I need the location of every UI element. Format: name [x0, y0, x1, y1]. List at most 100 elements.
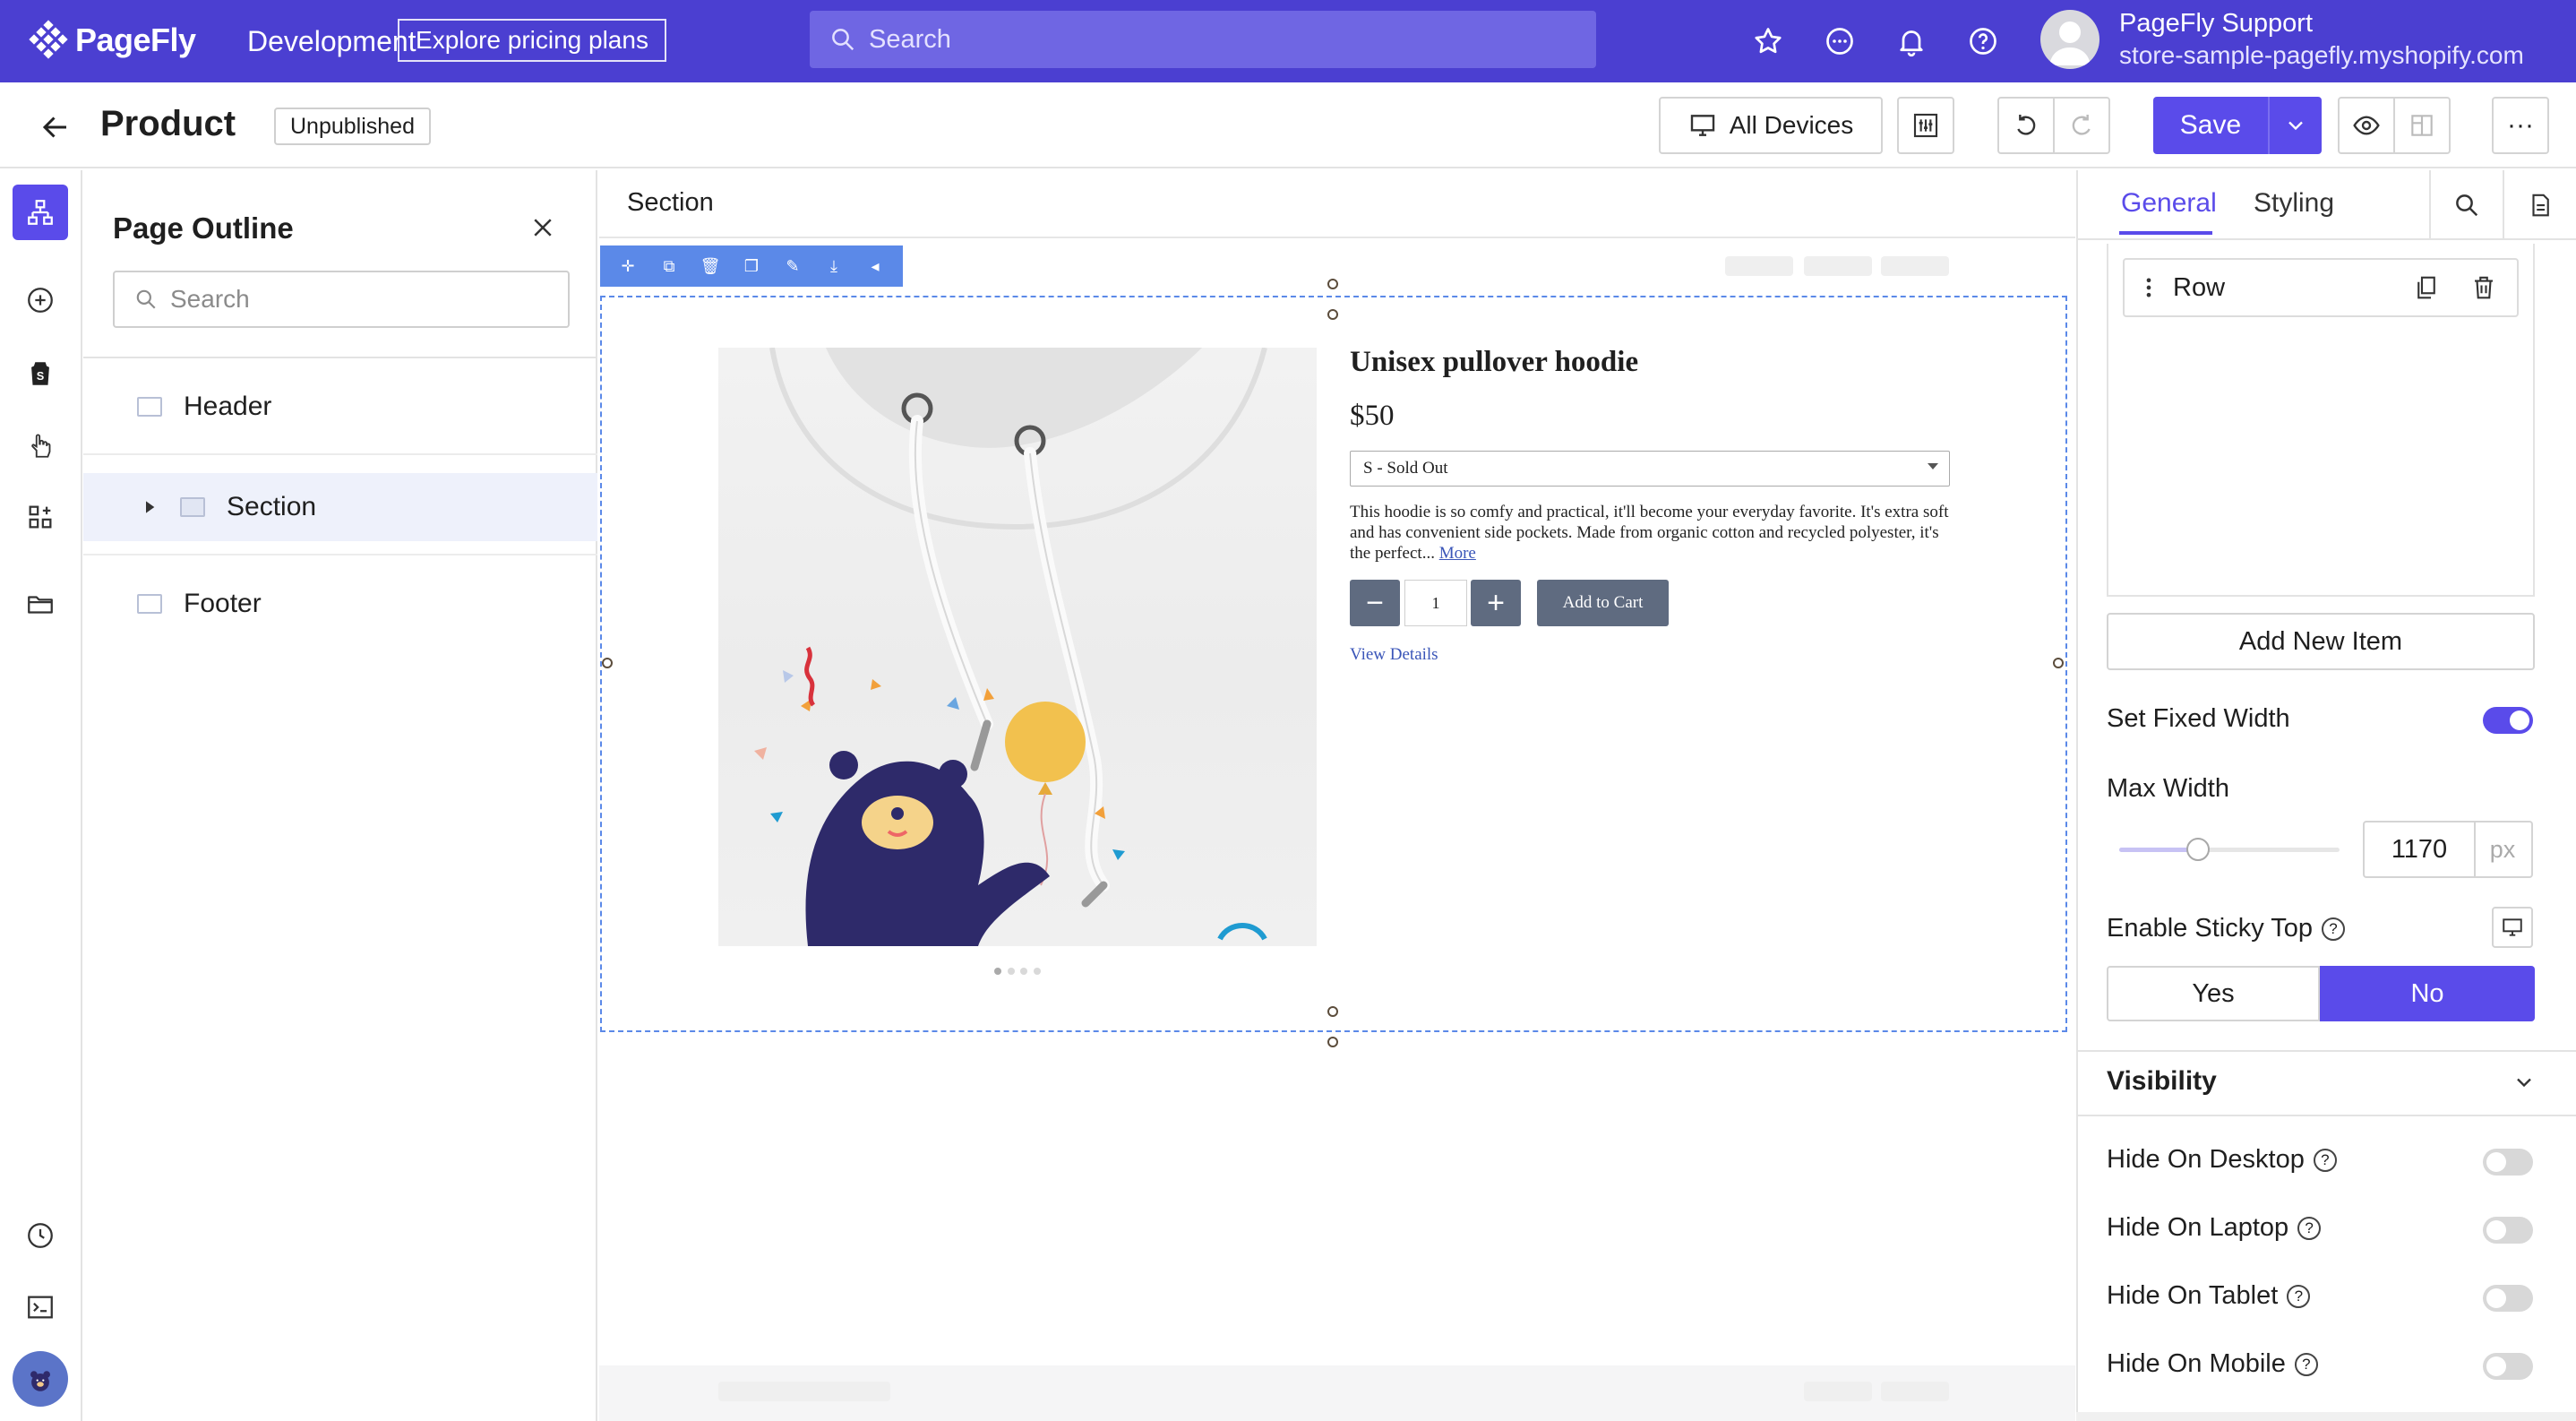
more-options-icon[interactable]: ··· — [2492, 97, 2549, 154]
star-icon[interactable] — [1748, 22, 1788, 61]
mascot-avatar[interactable] — [13, 1351, 68, 1407]
hide-tablet-row: Hide On Tablet? — [2107, 1281, 2311, 1311]
hide-desktop-label: Hide On Desktop — [2107, 1145, 2305, 1174]
help-icon[interactable]: ? — [2294, 1353, 2318, 1377]
hide-desktop-toggle[interactable] — [2483, 1149, 2533, 1176]
global-search-input[interactable]: Search — [810, 11, 1596, 68]
add-to-cart-button[interactable]: Add to Cart — [1537, 580, 1669, 626]
caret-right-icon[interactable] — [142, 500, 157, 514]
user-avatar[interactable] — [2040, 10, 2099, 69]
copy-icon[interactable]: ❐ — [737, 257, 766, 276]
max-width-slider-handle[interactable] — [2186, 838, 2210, 861]
trash-icon[interactable] — [2470, 274, 2497, 301]
hide-laptop-label: Hide On Laptop — [2107, 1213, 2289, 1242]
set-fixed-width-toggle[interactable] — [2483, 707, 2533, 734]
hide-tablet-toggle[interactable] — [2483, 1285, 2533, 1312]
drag-handle-icon[interactable] — [2144, 275, 2153, 300]
outline-item-section[interactable]: Section — [83, 473, 597, 541]
sticky-yes-button[interactable]: Yes — [2107, 966, 2320, 1021]
list-item[interactable]: Row — [2123, 258, 2519, 317]
page-title: Product — [100, 104, 236, 143]
resize-handle[interactable] — [1327, 279, 1338, 289]
global-search-placeholder: Search — [869, 24, 951, 54]
user-store[interactable]: store-sample-pagefly.myshopify.com — [2119, 41, 2524, 70]
user-name[interactable]: PageFly Support — [2119, 9, 2313, 39]
style-brush-icon[interactable]: ✎ — [778, 257, 807, 276]
hide-mobile-toggle[interactable] — [2483, 1353, 2533, 1380]
help-icon[interactable]: ? — [2322, 917, 2345, 942]
terminal-icon[interactable] — [13, 1279, 68, 1335]
save-section-icon[interactable]: ⤓ — [820, 257, 848, 276]
search-icon[interactable] — [2429, 170, 2503, 240]
apps-grid-icon[interactable] — [13, 489, 68, 545]
explore-pricing-button[interactable]: Explore pricing plans — [398, 19, 666, 62]
publish-icon[interactable] — [2393, 97, 2451, 154]
visibility-title[interactable]: Visibility — [2107, 1066, 2217, 1097]
brand-name: PageFly — [75, 22, 196, 58]
more-link[interactable]: More — [1439, 544, 1476, 563]
divider — [599, 237, 2075, 238]
help-icon[interactable]: ? — [2287, 1285, 2311, 1309]
quantity-input[interactable]: 1 — [1404, 580, 1467, 626]
move-icon[interactable]: ✛ — [614, 257, 642, 276]
collapse-toolbar-icon[interactable]: ◂ — [861, 257, 889, 276]
all-devices-button[interactable]: All Devices — [1659, 97, 1883, 154]
sliders-icon[interactable] — [1897, 97, 1954, 154]
view-details-link[interactable]: View Details — [1350, 645, 1438, 665]
chevron-down-icon[interactable] — [2508, 1066, 2540, 1098]
resize-handle[interactable] — [1327, 1006, 1338, 1017]
delete-icon[interactable]: 🗑 — [696, 257, 725, 276]
svg-text:S: S — [37, 369, 45, 383]
monitor-icon[interactable] — [2492, 907, 2533, 948]
back-arrow-icon[interactable] — [36, 108, 75, 147]
chat-icon[interactable] — [1820, 22, 1859, 61]
element-toolbar: ✛ ⧉ 🗑 ❐ ✎ ⤓ ◂ — [600, 245, 903, 287]
document-icon[interactable] — [2503, 170, 2576, 240]
duplicate-icon[interactable] — [2413, 274, 2440, 301]
carousel-dots[interactable] — [994, 968, 1041, 975]
hide-desktop-row: Hide On Desktop? — [2107, 1145, 2337, 1175]
help-icon[interactable]: ? — [2313, 1149, 2337, 1173]
page-outline-icon[interactable] — [13, 185, 68, 240]
divider — [83, 357, 597, 358]
sticky-no-button[interactable]: No — [2320, 966, 2535, 1021]
resize-handle[interactable] — [2053, 658, 2064, 668]
canvas-section-label: Section — [627, 188, 714, 217]
max-width-input[interactable]: 1170 — [2363, 821, 2476, 878]
interaction-hand-icon[interactable] — [13, 418, 68, 473]
bell-icon[interactable] — [1892, 22, 1931, 61]
add-new-item-button[interactable]: Add New Item — [2107, 613, 2535, 670]
divider — [2076, 1050, 2576, 1052]
tab-general[interactable]: General — [2121, 188, 2217, 219]
hide-laptop-row: Hide On Laptop? — [2107, 1213, 2322, 1243]
duplicate-icon[interactable]: ⧉ — [655, 257, 683, 276]
folder-icon[interactable] — [13, 577, 68, 633]
outline-item-footer[interactable]: Footer — [83, 570, 597, 638]
hide-laptop-toggle[interactable] — [2483, 1217, 2533, 1244]
product-image[interactable] — [718, 348, 1317, 946]
outline-item-header[interactable]: Header — [83, 373, 597, 441]
history-clock-icon[interactable] — [13, 1208, 68, 1263]
quantity-increase-button[interactable]: + — [1471, 580, 1521, 626]
help-icon[interactable] — [1963, 22, 2003, 61]
dropdown-arrow-icon — [1928, 463, 1938, 469]
save-dropdown-chevron-icon[interactable] — [2268, 97, 2322, 154]
quantity-decrease-button[interactable]: − — [1350, 580, 1400, 626]
resize-handle[interactable] — [602, 658, 613, 668]
tab-styling[interactable]: Styling — [2254, 188, 2334, 219]
outline-search-field[interactable] — [170, 285, 546, 314]
variant-select[interactable]: S - Sold Out — [1350, 451, 1950, 487]
shopify-icon[interactable]: S — [13, 346, 68, 401]
redo-icon[interactable] — [2053, 97, 2110, 154]
resize-handle[interactable] — [1327, 309, 1338, 320]
placeholder-bar — [1881, 256, 1949, 276]
resize-handle[interactable] — [1327, 1037, 1338, 1047]
undo-icon[interactable] — [1997, 97, 2055, 154]
help-icon[interactable]: ? — [2297, 1217, 2322, 1241]
close-icon[interactable] — [525, 210, 561, 245]
status-badge: Unpublished — [274, 108, 431, 145]
outline-search-input[interactable] — [113, 271, 570, 328]
save-button[interactable]: Save — [2153, 97, 2268, 154]
add-element-icon[interactable] — [13, 272, 68, 328]
preview-eye-icon[interactable] — [2338, 97, 2395, 154]
